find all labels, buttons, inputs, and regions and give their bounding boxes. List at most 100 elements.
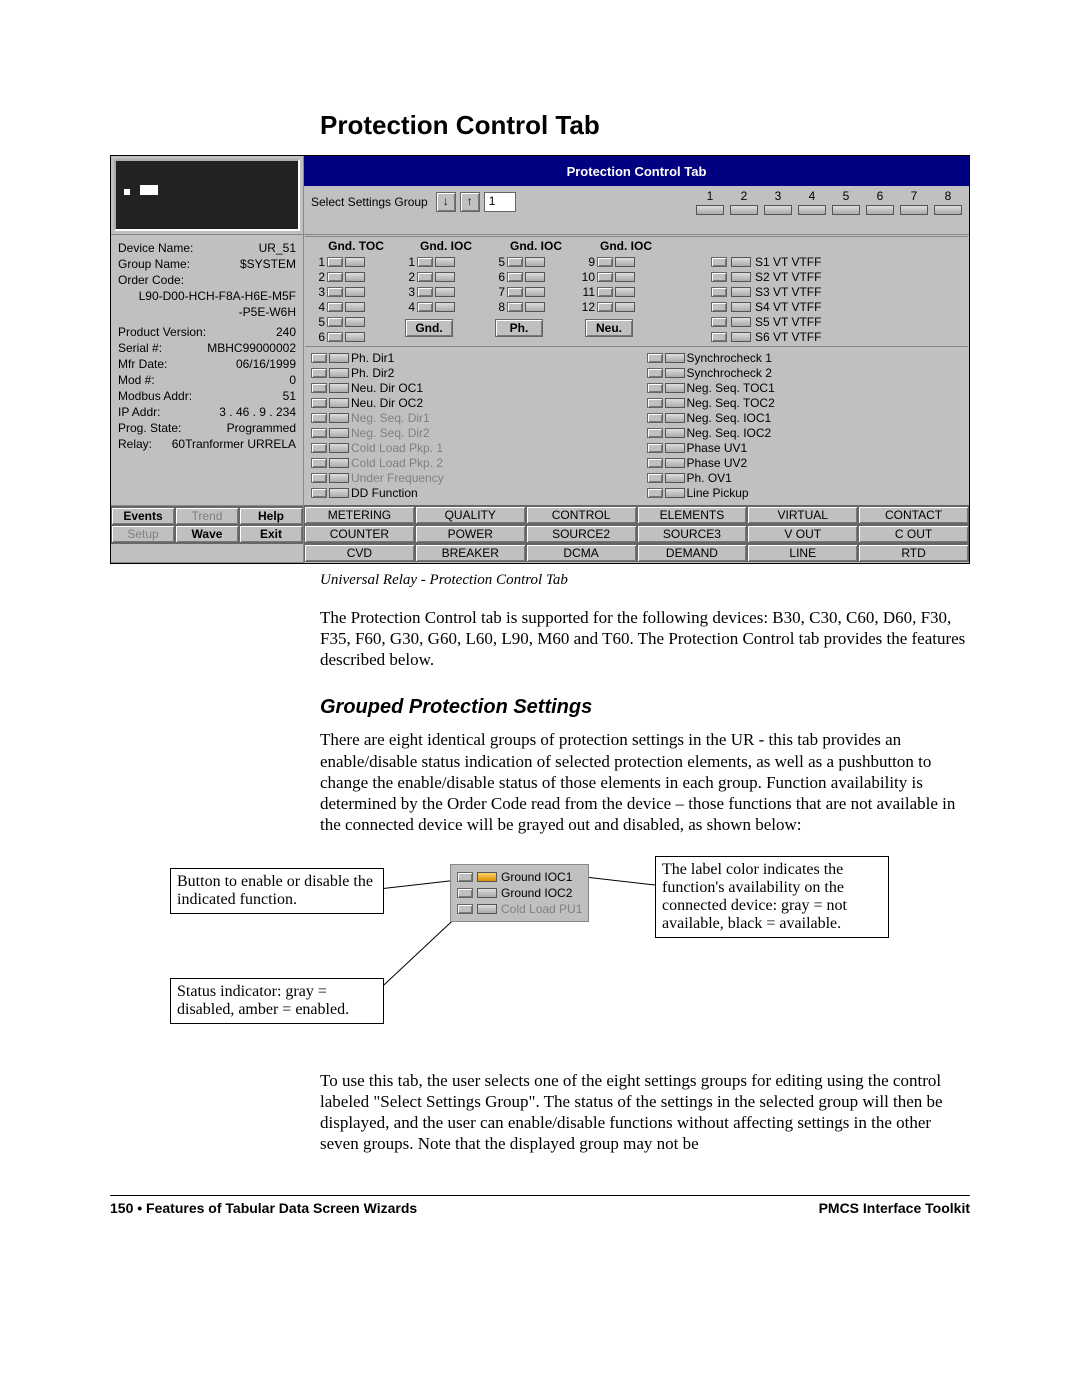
footer-left: 150 • Features of Tabular Data Screen Wi… [110,1200,417,1216]
help-button[interactable]: Help [239,507,303,525]
function-label: Phase UV1 [687,441,748,455]
toggle-button[interactable] [311,428,327,438]
function-row: Neg. Seq. TOC2 [647,396,963,410]
function-label: Neu. Dir OC1 [351,381,423,395]
toggle-button[interactable] [647,353,663,363]
status-indicator [329,413,349,423]
tab-line[interactable]: LINE [747,544,858,562]
toggle-button[interactable] [311,488,327,498]
status-indicator [329,443,349,453]
group-selector[interactable]: 1 2 3 4 5 6 7 8 [696,189,962,215]
tab-source3[interactable]: SOURCE3 [637,525,748,543]
function-label: Ph. OV1 [687,471,732,485]
toggle-button[interactable] [647,473,663,483]
group-down-button[interactable]: ↓ [436,192,456,212]
order-code-1: L90-D00-HCH-F8A-H6E-M5F [118,288,296,304]
function-label: Line Pickup [687,486,749,500]
tab-dcma[interactable]: DCMA [526,544,637,562]
serial-label: Serial #: [118,340,162,356]
toggle-button[interactable] [311,383,327,393]
status-indicator [329,458,349,468]
modbus-addr-label: Modbus Addr: [118,388,192,404]
tab-demand[interactable]: DEMAND [637,544,748,562]
trend-button[interactable]: Trend [175,507,239,525]
function-row: Neg. Seq. IOC2 [647,426,963,440]
col-header-3: Gnd. IOC [491,239,581,253]
toggle-button[interactable] [647,398,663,408]
prog-state-label: Prog. State: [118,420,181,436]
note-status-indicator: Status indicator: gray = disabled, amber… [170,978,384,1024]
function-row: Ph. Dir1 [311,351,627,365]
tab-control[interactable]: CONTROL [526,506,637,524]
status-indicator [665,368,685,378]
device-name-label: Device Name: [118,240,193,256]
setup-button[interactable]: Setup [111,525,175,543]
toggle-button[interactable] [647,488,663,498]
neu-button[interactable]: Neu. [585,319,633,337]
toggle-button[interactable] [311,473,327,483]
status-indicator [665,398,685,408]
status-indicator [329,368,349,378]
toggle-button[interactable] [311,398,327,408]
prog-state-value: Programmed [227,420,296,436]
function-label: Neg. Seq. Dir1 [351,411,430,425]
device-name-value: UR_51 [259,240,296,256]
usage-paragraph: To use this tab, the user selects one of… [320,1070,970,1155]
group-index-field[interactable]: 1 [484,192,516,212]
function-row: Under Frequency [311,471,627,485]
function-label: Neg. Seq. TOC2 [687,396,775,410]
tab-elements[interactable]: ELEMENTS [637,506,748,524]
toc-col-3: 5 6 7 8 Ph. [491,255,581,344]
tab-breaker[interactable]: BREAKER [415,544,526,562]
tab-power[interactable]: POWER [415,525,526,543]
relay-value: 60Tranformer URRELA [172,436,296,452]
toggle-button[interactable] [647,428,663,438]
exit-button[interactable]: Exit [239,525,303,543]
toggle-button[interactable] [647,458,663,468]
toggle-button[interactable] [647,383,663,393]
footer-right: PMCS Interface Toolkit [819,1200,970,1216]
status-indicator [665,443,685,453]
tab-quality[interactable]: QUALITY [415,506,526,524]
status-indicator [665,383,685,393]
function-row: Phase UV1 [647,441,963,455]
toggle-button[interactable] [311,413,327,423]
col-header-2: Gnd. IOC [401,239,491,253]
ph-button[interactable]: Ph. [495,319,543,337]
function-row: Cold Load Pkp. 2 [311,456,627,470]
toggle-button[interactable] [311,443,327,453]
tab-contact[interactable]: CONTACT [858,506,969,524]
modbus-addr-value: 51 [283,388,296,404]
gnd-button[interactable]: Gnd. [405,319,453,337]
tab-v-out[interactable]: V OUT [747,525,858,543]
toggle-button[interactable] [647,368,663,378]
tab-counter[interactable]: COUNTER [304,525,415,543]
function-row: Line Pickup [647,486,963,500]
page-title: Protection Control Tab [320,110,970,141]
intro-paragraph: The Protection Control tab is supported … [320,607,970,671]
group-up-button[interactable]: ↑ [460,192,480,212]
toggle-button[interactable] [311,458,327,468]
toggle-button[interactable] [311,368,327,378]
wave-button[interactable]: Wave [175,525,239,543]
status-indicator [329,488,349,498]
toggle-button[interactable] [311,353,327,363]
status-indicator [665,428,685,438]
status-indicator [329,353,349,363]
function-row: Synchrocheck 2 [647,366,963,380]
ip-addr-label: IP Addr: [118,404,160,420]
toggle-button[interactable] [647,443,663,453]
tab-c-out[interactable]: C OUT [858,525,969,543]
tab-source2[interactable]: SOURCE2 [526,525,637,543]
tab-virtual[interactable]: VIRTUAL [747,506,858,524]
function-row: Neg. Seq. Dir1 [311,411,627,425]
tab-cvd[interactable]: CVD [304,544,415,562]
events-button[interactable]: Events [111,507,175,525]
status-indicator [665,488,685,498]
function-label: DD Function [351,486,418,500]
function-label: Neg. Seq. IOC1 [687,411,772,425]
tab-rtd[interactable]: RTD [858,544,969,562]
toggle-button[interactable] [647,413,663,423]
tab-metering[interactable]: METERING [304,506,415,524]
status-indicator [665,413,685,423]
